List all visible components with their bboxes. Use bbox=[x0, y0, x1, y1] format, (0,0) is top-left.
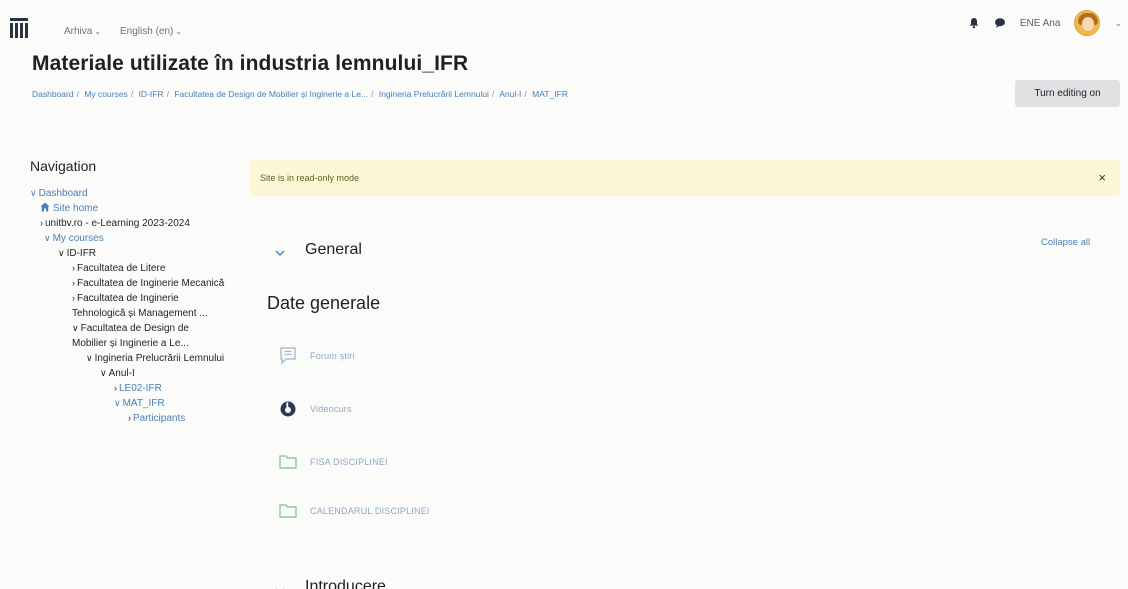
user-area: ENE Ana ⌄ bbox=[968, 8, 1128, 38]
chevron-right-icon: › bbox=[72, 263, 75, 273]
nav-item-site-home[interactable]: Site home bbox=[30, 201, 225, 216]
bell-icon[interactable] bbox=[968, 17, 980, 29]
nav-item-le02-ifr[interactable]: › LE02-IFR bbox=[30, 381, 225, 396]
chevron-down-icon: ∨ bbox=[44, 233, 51, 243]
navigation-title: Navigation bbox=[30, 158, 97, 174]
chevron-right-icon: › bbox=[40, 218, 43, 228]
chevron-down-icon[interactable] bbox=[274, 247, 286, 259]
chevron-down-icon[interactable] bbox=[274, 585, 286, 589]
chevron-down-icon: ∨ bbox=[58, 248, 65, 258]
read-only-alert: Site is in read-only mode × bbox=[250, 160, 1120, 196]
close-icon[interactable]: × bbox=[1098, 170, 1106, 185]
archive-menu[interactable]: Arhiva ⌄ bbox=[64, 26, 101, 37]
alert-text: Site is in read-only mode bbox=[260, 173, 360, 183]
navigation-block: Navigation ∨ Dashboard Site home › unitbv.… bbox=[30, 158, 225, 426]
chevron-right-icon: › bbox=[114, 383, 117, 393]
chevron-right-icon: › bbox=[72, 278, 75, 288]
chevron-right-icon: › bbox=[128, 413, 131, 423]
forum-icon bbox=[280, 347, 296, 365]
turn-editing-on-button[interactable]: Turn editing on bbox=[1015, 80, 1120, 107]
nav-item-dashboard[interactable]: ∨ Dashboard bbox=[30, 186, 225, 201]
nav-item-anul-i[interactable]: ∨ Anul-I bbox=[30, 366, 225, 381]
chat-icon[interactable] bbox=[994, 17, 1006, 29]
chevron-down-icon[interactable]: ⌄ bbox=[1114, 18, 1122, 29]
nav-item-inginerie-mecanica[interactable]: › Facultatea de Inginerie Mecanică bbox=[30, 276, 225, 291]
language-menu[interactable]: English (en) ⌄ bbox=[120, 26, 182, 37]
user-name[interactable]: ENE Ana bbox=[1020, 18, 1061, 29]
chevron-down-icon: ∨ bbox=[30, 188, 37, 198]
chevron-down-icon: ∨ bbox=[86, 353, 93, 363]
archive-menu-label: Arhiva bbox=[64, 26, 93, 37]
page: Arhiva ⌄ English (en) ⌄ ENE Ana ⌄ Material… bbox=[0, 0, 1128, 589]
breadcrumb-item[interactable]: My courses bbox=[84, 89, 127, 99]
chevron-down-icon: ⌄ bbox=[94, 27, 102, 36]
breadcrumb-item[interactable]: Anul-I bbox=[499, 89, 521, 99]
nav-item-elearning[interactable]: › unitbv.ro - e-Learning 2023-2024 bbox=[30, 216, 225, 231]
activity-fisa-disciplinei[interactable]: FISA DISCIPLINEI bbox=[278, 451, 388, 473]
breadcrumb-item[interactable]: MAT_IFR bbox=[532, 89, 568, 99]
section-subheading: Date generale bbox=[267, 293, 381, 313]
top-navbar: Arhiva ⌄ English (en) ⌄ ENE Ana ⌄ bbox=[0, 0, 1128, 42]
breadcrumb-item[interactable]: Facultatea de Design de Mobilier și Ingi… bbox=[174, 89, 368, 99]
chevron-right-icon: › bbox=[72, 293, 75, 303]
activity-forum[interactable]: Forum știri bbox=[278, 345, 355, 367]
nav-item-design-mobilier[interactable]: ∨ Facultatea de Design de Mobilier și Ing… bbox=[30, 321, 225, 351]
nav-item-id-ifr[interactable]: ∨ ID-IFR bbox=[30, 246, 225, 261]
page-title: Materiale utilizate în industria lemnulu… bbox=[32, 52, 469, 75]
chevron-down-icon: ∨ bbox=[100, 368, 107, 378]
breadcrumb: Dashboard / My courses / ID-IFR / Facultate… bbox=[32, 89, 568, 99]
breadcrumb-item[interactable]: Dashboard bbox=[32, 89, 74, 99]
section-title-introducere[interactable]: Introducere bbox=[305, 578, 386, 589]
video-icon bbox=[280, 401, 296, 417]
activity-calendarul-disciplinei[interactable]: CALENDARUL DISCIPLINEI bbox=[278, 500, 430, 522]
breadcrumb-item[interactable]: ID-IFR bbox=[139, 89, 164, 99]
folder-icon bbox=[279, 504, 297, 518]
language-menu-label: English (en) bbox=[120, 26, 174, 37]
nav-item-my-courses[interactable]: ∨ My courses bbox=[30, 231, 225, 246]
home-icon bbox=[40, 202, 50, 212]
collapse-all-link[interactable]: Collapse all bbox=[1041, 237, 1090, 248]
folder-icon bbox=[279, 455, 297, 469]
activity-label: FISA DISCIPLINEI bbox=[310, 457, 388, 467]
nav-item-participants[interactable]: › Participants bbox=[30, 411, 225, 426]
nav-item-litere[interactable]: › Facultatea de Litere bbox=[30, 261, 225, 276]
nav-item-mat-ifr[interactable]: ∨ MAT_IFR bbox=[30, 396, 225, 411]
chevron-down-icon: ⌄ bbox=[175, 27, 183, 36]
section-title-general[interactable]: General bbox=[305, 241, 362, 259]
activity-label: CALENDARUL DISCIPLINEI bbox=[310, 506, 430, 516]
nav-item-ingineria-prelucrarii[interactable]: ∨ Ingineria Prelucrării Lemnului bbox=[30, 351, 225, 366]
chevron-down-icon: ∨ bbox=[114, 398, 121, 408]
activity-label: Videocurs bbox=[310, 404, 352, 414]
avatar[interactable] bbox=[1074, 10, 1101, 36]
navigation-tree: ∨ Dashboard Site home › unitbv.ro - e-Lear… bbox=[30, 186, 225, 426]
nav-item-inginerie-tehnologica[interactable]: › Facultatea de Inginerie Tehnologică și … bbox=[30, 291, 225, 321]
activity-videocurs[interactable]: Videocurs bbox=[278, 398, 352, 420]
chevron-down-icon: ∨ bbox=[72, 323, 79, 333]
activity-label: Forum știri bbox=[310, 351, 355, 361]
breadcrumb-item[interactable]: Ingineria Prelucrării Lemnului bbox=[379, 89, 489, 99]
site-logo-icon[interactable] bbox=[10, 18, 28, 38]
